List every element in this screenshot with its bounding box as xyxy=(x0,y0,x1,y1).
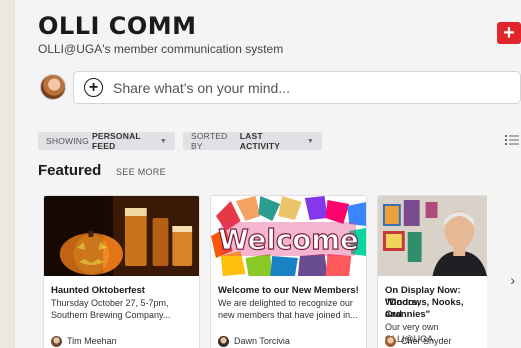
card-body-line: new members that have joined in... xyxy=(218,310,358,320)
plus-icon: + xyxy=(503,22,515,44)
list-view-icon[interactable] xyxy=(505,134,519,146)
author-avatar xyxy=(385,335,396,347)
card-title-line: Crannies" xyxy=(385,309,431,320)
author-avatar xyxy=(51,335,62,347)
card-title: Haunted Oktoberfest xyxy=(51,285,145,296)
page-subtitle: OLLI@UGA's member communication system xyxy=(38,42,284,56)
see-more-link[interactable]: SEE MORE xyxy=(116,167,166,177)
sort-filter-dropdown[interactable]: SORTED BY LAST ACTIVITY ▼ xyxy=(183,131,322,151)
featured-card-display[interactable]: On Display Now: "Doors, Windows, Nooks, … xyxy=(377,195,487,348)
page-title: OLLI COMM xyxy=(38,12,197,40)
featured-heading: Featured xyxy=(38,162,102,179)
featured-card-oktoberfest[interactable]: Haunted Oktoberfest Thursday October 27,… xyxy=(43,195,200,348)
author-name: Dawn Torcivia xyxy=(234,336,290,346)
card-body-line: We are delighted to recognize our xyxy=(218,298,353,308)
chevron-down-icon: ▼ xyxy=(306,137,314,145)
author-name: Cher Snyder xyxy=(401,336,452,346)
card-body-line: Thursday October 27, 5-7pm, xyxy=(51,298,169,308)
card-image-welcome: Welcome xyxy=(211,196,366,276)
add-circle-icon: + xyxy=(84,78,103,97)
composer-placeholder: Share what's on your mind... xyxy=(113,79,290,96)
chevron-down-icon: ▼ xyxy=(159,137,167,145)
card-body-line: Southern Brewing Company... xyxy=(51,310,171,320)
share-composer[interactable]: + Share what's on your mind... xyxy=(73,71,521,104)
card-image-gallery-portrait xyxy=(378,196,487,276)
welcome-image-text: Welcome xyxy=(218,223,359,256)
avatar[interactable] xyxy=(40,74,66,100)
sort-filter-value: LAST ACTIVITY xyxy=(239,131,281,151)
carousel-next-icon[interactable]: › xyxy=(510,272,515,288)
feed-filter-dropdown[interactable]: SHOWING PERSONAL FEED ▼ xyxy=(38,131,175,151)
feed-filter-prefix: SHOWING xyxy=(46,136,89,146)
author-avatar xyxy=(218,335,229,347)
featured-card-welcome[interactable]: Welcome Welcome to our New Members! We a… xyxy=(210,195,367,348)
card-title: Welcome to our New Members! xyxy=(218,285,359,296)
card-author[interactable]: Cher Snyder xyxy=(385,330,452,348)
card-author[interactable]: Dawn Torcivia xyxy=(218,330,290,348)
card-image-pumpkin-beer xyxy=(44,196,199,276)
add-post-button[interactable]: + xyxy=(497,22,521,44)
author-name: Tim Meehan xyxy=(67,336,117,346)
card-author[interactable]: Tim Meehan xyxy=(51,330,117,348)
sort-filter-prefix: SORTED BY xyxy=(191,131,228,151)
app-window: OLLI COMM OLLI@UGA's member communicatio… xyxy=(14,0,521,348)
feed-filter-value: PERSONAL FEED xyxy=(91,131,141,151)
